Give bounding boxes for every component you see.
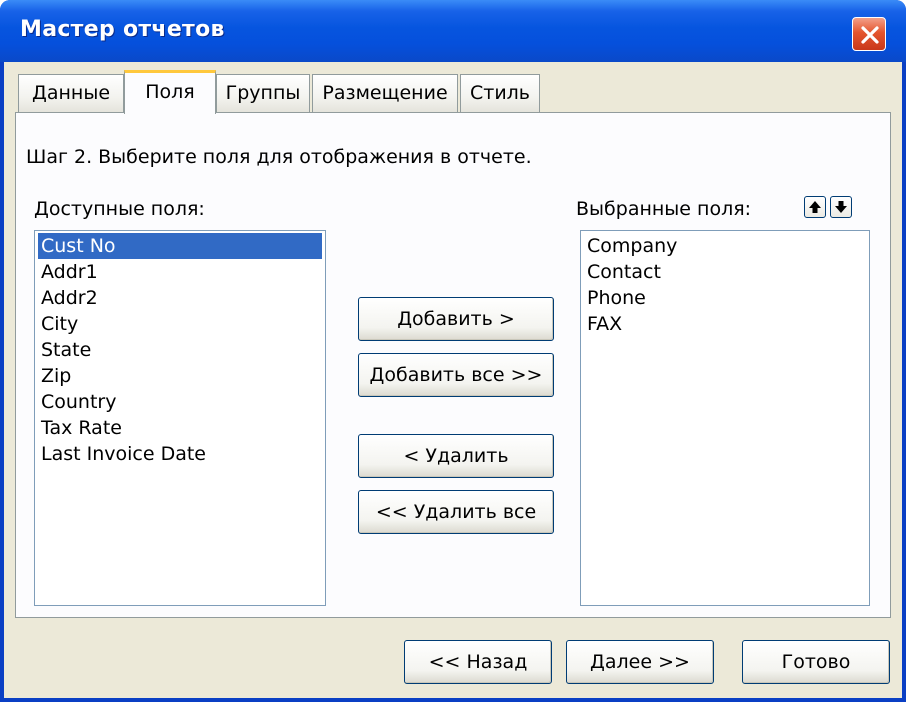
move-down-button[interactable] [830,196,852,218]
tab-groups[interactable]: Группы [216,74,310,112]
arrow-up-icon [809,201,821,213]
tab-style[interactable]: Стиль [460,74,540,112]
finish-button[interactable]: Готово [742,640,890,684]
list-item-country[interactable]: Country [38,389,322,415]
tab-fields[interactable]: Поля [124,70,216,114]
tab-layout[interactable]: Размещение [312,74,458,112]
list-item-addr1[interactable]: Addr1 [38,259,322,285]
list-item-contact[interactable]: Contact [584,259,866,285]
close-button[interactable] [852,17,886,51]
arrow-down-icon [835,201,847,213]
report-wizard-window: Мастер отчетов Данные Поля Группы Размещ… [0,0,906,702]
list-item-addr2[interactable]: Addr2 [38,285,322,311]
add-button[interactable]: Добавить > [358,297,554,341]
back-button[interactable]: << Назад [404,640,552,684]
step-instruction: Шаг 2. Выберите поля для отображения в о… [26,146,532,168]
dialog-body: Данные Поля Группы Размещение Стиль Шаг … [4,62,902,698]
selected-fields-label: Выбранные поля: [576,198,752,220]
selected-fields-list[interactable]: Company Contact Phone FAX [580,230,870,606]
list-item-city[interactable]: City [38,311,322,337]
list-item-zip[interactable]: Zip [38,363,322,389]
remove-all-button[interactable]: << Удалить все [358,490,554,534]
list-item-state[interactable]: State [38,337,322,363]
close-icon [861,26,879,44]
list-item-cust-no[interactable]: Cust No [38,233,322,259]
available-fields-label: Доступные поля: [34,198,205,220]
tab-data[interactable]: Данные [18,74,124,112]
remove-button[interactable]: < Удалить [358,434,554,478]
list-item-tax-rate[interactable]: Tax Rate [38,415,322,441]
move-up-button[interactable] [804,196,826,218]
list-item-phone[interactable]: Phone [584,285,866,311]
window-title: Мастер отчетов [20,17,225,42]
list-item-last-invoice-date[interactable]: Last Invoice Date [38,441,322,467]
list-item-company[interactable]: Company [584,233,866,259]
available-fields-list[interactable]: Cust No Addr1 Addr2 City State Zip Count… [34,230,326,606]
title-bar[interactable]: Мастер отчетов [0,0,906,62]
next-button[interactable]: Далее >> [566,640,714,684]
list-item-fax[interactable]: FAX [584,311,866,337]
add-all-button[interactable]: Добавить все >> [358,353,554,397]
